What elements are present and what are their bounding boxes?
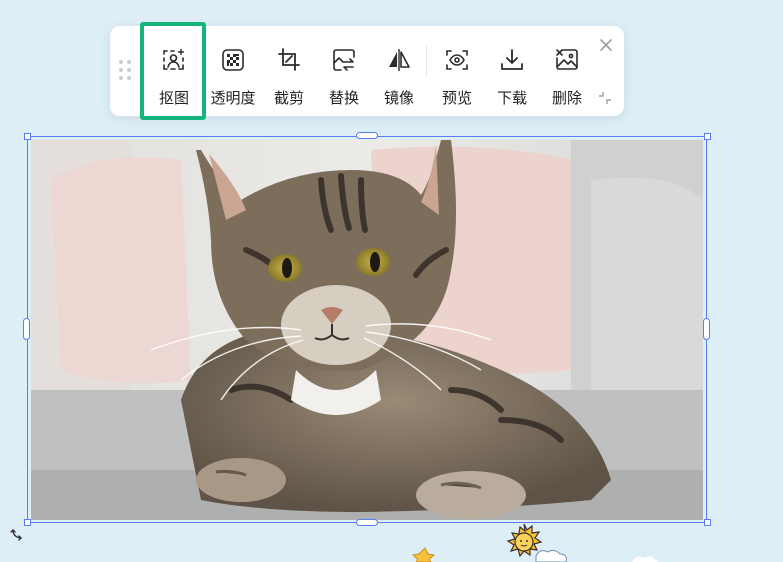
crop-label: 截剪 [273, 89, 304, 107]
toolbar-divider [426, 46, 427, 76]
resize-handle-right[interactable] [703, 318, 710, 340]
cat-photo-illustration [31, 140, 703, 520]
cutout-button[interactable]: 抠图 [142, 26, 206, 116]
mirror-button[interactable]: 镜像 [372, 26, 426, 116]
drag-handle-icon[interactable] [119, 60, 133, 82]
replace-button[interactable]: 替换 [317, 26, 371, 116]
preview-label: 预览 [441, 89, 472, 107]
selected-image-frame[interactable] [27, 136, 707, 523]
mirror-label: 镜像 [383, 89, 414, 107]
resize-handle-left[interactable] [23, 318, 30, 340]
resize-handle-top-left[interactable] [24, 133, 31, 140]
transparency-label: 透明度 [210, 89, 256, 107]
transparency-button[interactable]: 透明度 [206, 26, 260, 116]
image-toolbar: 抠图 透明度 截剪 替换 镜像 预览 下载 删除 [110, 26, 624, 116]
mirror-icon [389, 49, 410, 71]
cutout-label: 抠图 [158, 89, 189, 107]
resize-handle-top[interactable] [356, 132, 378, 139]
eye-icon [446, 50, 468, 70]
crop-icon [278, 48, 300, 71]
star-sticker[interactable] [410, 546, 440, 562]
replace-label: 替换 [328, 89, 359, 107]
delete-button[interactable]: 删除 [540, 26, 594, 116]
preview-button[interactable]: 预览 [430, 26, 484, 116]
download-label: 下载 [496, 89, 527, 107]
sun-sticker[interactable] [496, 522, 576, 562]
download-button[interactable]: 下载 [485, 26, 539, 116]
download-icon [501, 49, 523, 70]
cat-photo [31, 140, 703, 520]
cutout-person-icon [163, 48, 185, 70]
resize-handle-bottom-right[interactable] [704, 519, 711, 526]
resize-handle-top-right[interactable] [704, 133, 711, 140]
checkerboard-icon [222, 49, 244, 71]
resize-handle-bottom-left[interactable] [24, 519, 31, 526]
delete-image-icon [556, 49, 578, 70]
collapse-icon[interactable] [597, 90, 613, 106]
delete-label: 删除 [551, 89, 582, 107]
resize-handle-bottom[interactable] [356, 519, 378, 526]
rotate-icon[interactable] [10, 527, 24, 541]
close-icon[interactable] [598, 37, 614, 53]
cloud-sticker[interactable] [630, 554, 660, 562]
crop-button[interactable]: 截剪 [262, 26, 316, 116]
replace-image-icon [333, 49, 355, 71]
